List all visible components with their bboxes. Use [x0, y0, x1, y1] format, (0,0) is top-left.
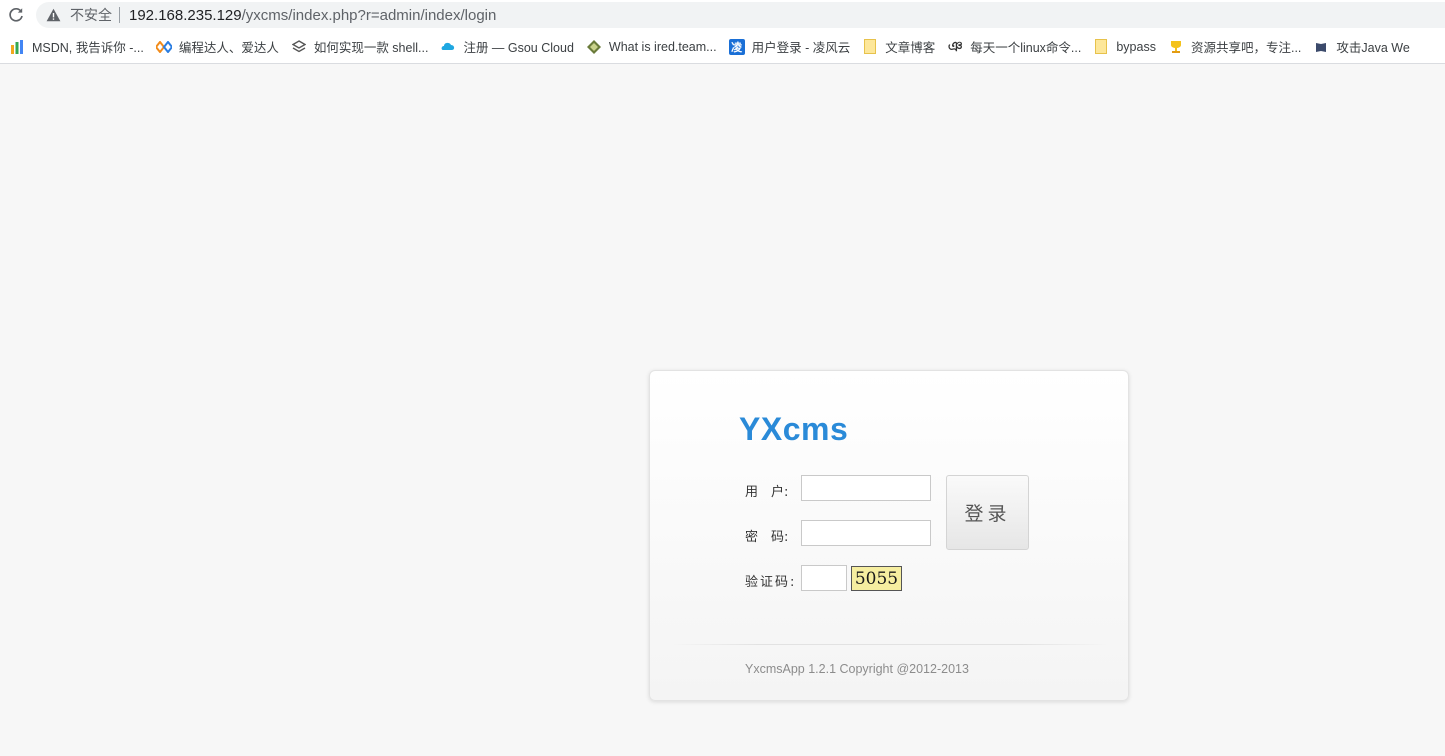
lingfeng-icon: 凌: [728, 38, 745, 55]
bookmark-item[interactable]: bypass: [1091, 34, 1162, 60]
captcha-input[interactable]: [801, 565, 847, 591]
bookmark-item[interactable]: 攻击Java We: [1311, 34, 1415, 60]
brand-logo: YXcms: [739, 411, 849, 447]
bookmark-item[interactable]: ঞ 每天一个linux命令...: [945, 34, 1087, 60]
trophy-icon: [1168, 39, 1184, 55]
login-button[interactable]: 登录: [946, 475, 1029, 550]
browser-toolbar: 不安全 192.168.235.129/yxcms/index.php?r=ad…: [0, 0, 1445, 30]
msdn-icon: [9, 39, 25, 55]
ired-icon: [586, 39, 602, 55]
captcha-label: 验证码:: [745, 575, 797, 590]
diamond-link-icon: [155, 39, 172, 55]
bookmarks-bar: MSDN, 我告诉你 -... 编程达人、爱达人 如何实现一款 shell...…: [0, 30, 1445, 64]
url-host: 192.168.235.129: [129, 6, 242, 24]
bookmark-item[interactable]: 凌 用户登录 - 凌风云: [727, 34, 857, 60]
username-label: 用 户:: [745, 485, 789, 500]
cloud-icon: [440, 39, 456, 55]
reload-icon[interactable]: [6, 5, 26, 25]
panel-divider: [672, 644, 1108, 645]
address-bar[interactable]: 不安全 192.168.235.129/yxcms/index.php?r=ad…: [36, 2, 1445, 28]
url-path: /yxcms/index.php?r=admin/index/login: [241, 6, 497, 24]
bookmark-item[interactable]: MSDN, 我告诉你 -...: [7, 34, 150, 60]
password-input[interactable]: [801, 520, 931, 546]
bookmark-item[interactable]: 资源共享吧，专注...: [1166, 34, 1307, 60]
copyright-text: YxcmsApp 1.2.1 Copyright @2012-2013: [745, 662, 969, 676]
login-panel: YXcms 用 户: 密 码: 验证码: 5055 登录 YxcmsApp 1.…: [649, 370, 1129, 701]
security-label[interactable]: 不安全: [70, 5, 112, 25]
folder-icon: [1093, 39, 1109, 55]
bookmark-item[interactable]: 注册 — Gsou Cloud: [438, 34, 579, 60]
address-separator: [119, 7, 120, 23]
warning-icon[interactable]: [46, 7, 62, 23]
book-icon: [1313, 39, 1329, 55]
captcha-image[interactable]: 5055: [851, 566, 902, 591]
layers-icon: [291, 39, 307, 55]
bookmark-item[interactable]: 如何实现一款 shell...: [289, 34, 435, 60]
username-input[interactable]: [801, 475, 931, 501]
omega-icon: ঞ: [947, 37, 963, 54]
bookmark-item[interactable]: What is ired.team...: [584, 34, 723, 60]
bookmark-item[interactable]: 编程达人、爱达人: [154, 34, 285, 60]
bookmark-item[interactable]: 文章博客: [860, 34, 941, 60]
folder-icon: [862, 39, 878, 55]
captcha-text: 5055: [854, 568, 899, 589]
password-label: 密 码:: [745, 530, 789, 545]
